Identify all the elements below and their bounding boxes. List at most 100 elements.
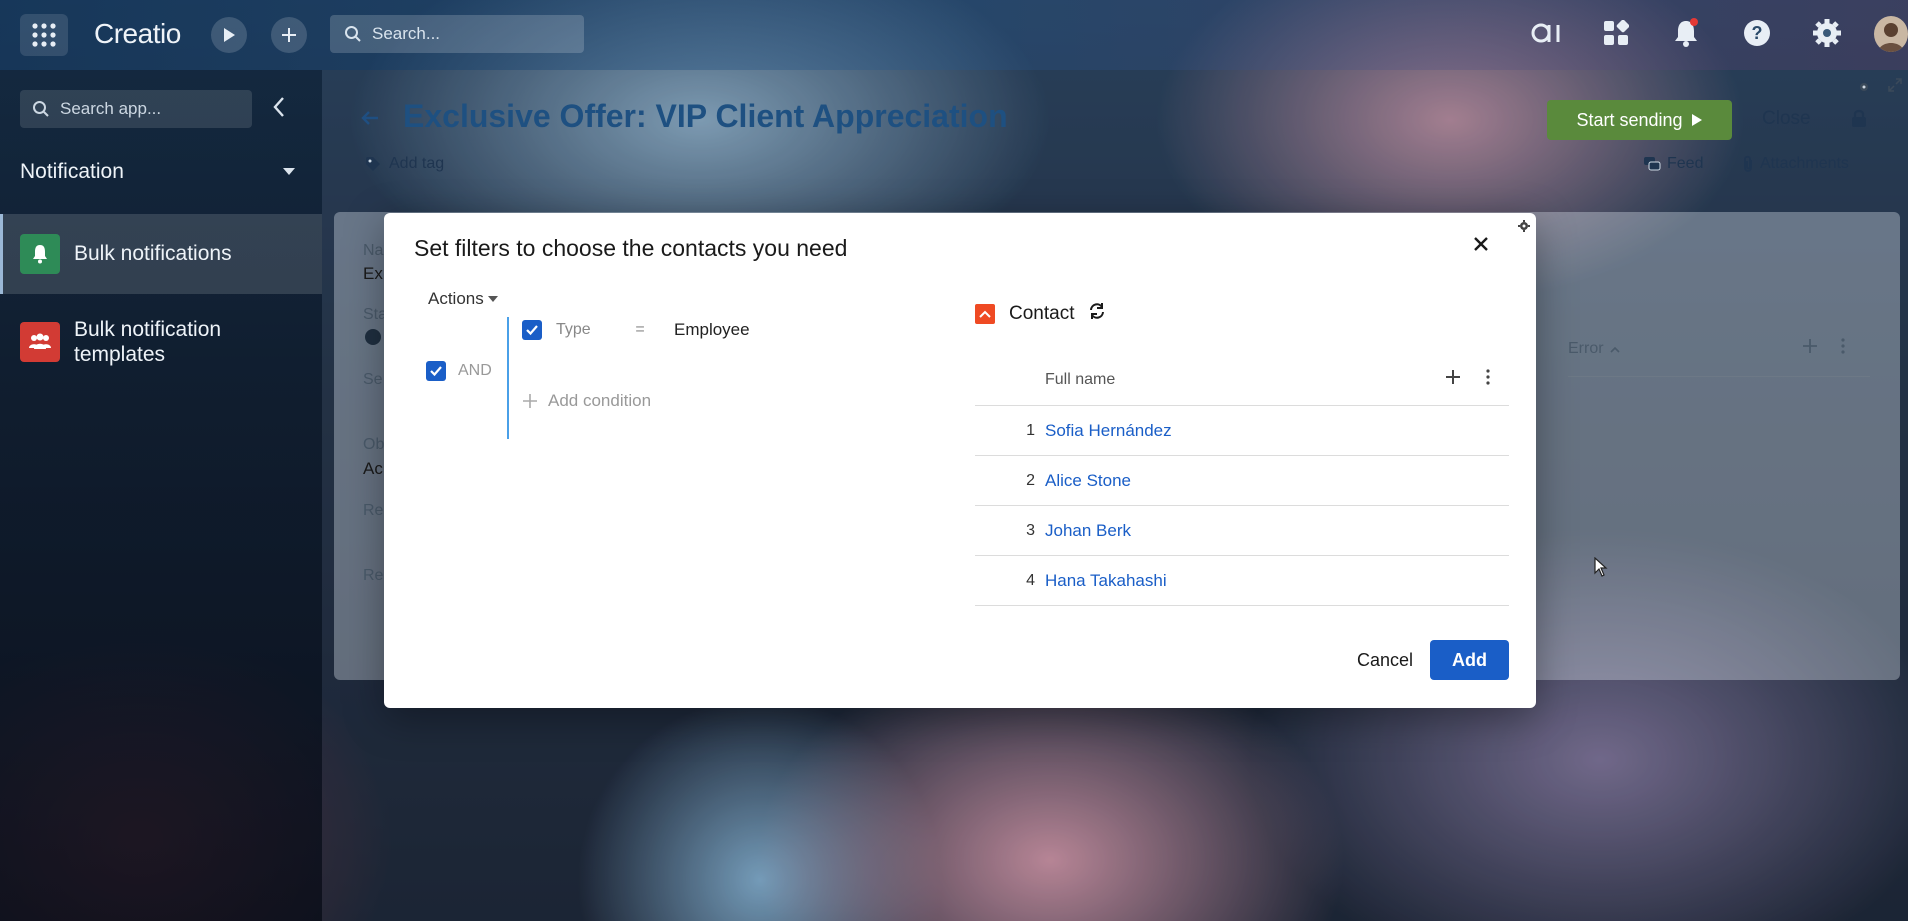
sidebar-section-header[interactable]: Notification [20, 160, 295, 184]
actions-label: Actions [428, 289, 484, 308]
row-number: 2 [1026, 472, 1035, 489]
sidebar-item-bulk-notification-templates[interactable]: Bulk notification templates [0, 302, 322, 382]
kebab-menu-icon[interactable] [1840, 338, 1846, 359]
caret-down-icon [487, 296, 498, 302]
sidebar-section-label: Notification [20, 160, 124, 183]
field-value-fragment: Ex [363, 264, 383, 283]
object-header: Contact [975, 302, 1106, 326]
filter-group-line [507, 317, 509, 439]
actions-dropdown[interactable]: Actions [428, 289, 498, 309]
close-button[interactable]: Close [1762, 108, 1811, 130]
group-checkbox[interactable] [426, 361, 446, 381]
expand-icon[interactable] [1888, 78, 1902, 97]
feed-label: Feed [1667, 155, 1704, 172]
refresh-icon[interactable] [1088, 302, 1106, 326]
grid-header: Full name [975, 354, 1509, 406]
collapse-sidebar-icon[interactable] [272, 96, 286, 123]
field-label-fragment: Ob [363, 436, 385, 453]
svg-text:?: ? [1752, 23, 1763, 43]
add-button[interactable]: Add [1430, 640, 1509, 680]
back-arrow-icon[interactable] [360, 108, 380, 133]
bell-icon[interactable] [1672, 18, 1700, 48]
condition-operator[interactable]: = [620, 321, 660, 339]
cancel-button[interactable]: Cancel [1330, 640, 1440, 680]
add-tag-label: Add tag [389, 155, 445, 172]
bell-icon [20, 234, 60, 274]
app-logo[interactable]: Creatio [94, 18, 181, 50]
object-label: Contact [1009, 303, 1075, 324]
plus-icon [523, 394, 537, 408]
contact-link[interactable]: Hana Takahashi [1045, 571, 1167, 591]
contact-link[interactable]: Sofia Hernández [1045, 421, 1172, 441]
filter-group-and: AND [426, 361, 492, 381]
add-tag-button[interactable]: Add tag [365, 155, 444, 173]
tag-icon [366, 157, 380, 171]
status-dot [365, 329, 381, 345]
field-value-fragment: Ac [363, 459, 383, 478]
add-column-icon[interactable] [1445, 369, 1461, 390]
contact-link[interactable]: Johan Berk [1045, 521, 1131, 541]
search-placeholder: Search... [372, 24, 441, 43]
start-sending-button[interactable]: Start sending [1547, 100, 1732, 140]
apps-grid-icon[interactable] [20, 14, 68, 56]
chat-icon [1644, 157, 1661, 171]
attachments-tab[interactable]: Attachments [1742, 155, 1849, 173]
sidebar-item-label: Bulk notifications [74, 242, 232, 265]
search-icon [33, 101, 49, 117]
kebab-menu-icon[interactable] [1485, 369, 1491, 390]
row-number: 1 [1026, 422, 1035, 439]
feed-tab[interactable]: Feed [1643, 155, 1703, 173]
sidebar-search-placeholder: Search app... [60, 99, 162, 118]
attachments-label: Attachments [1760, 155, 1849, 172]
error-column-label: Error [1568, 340, 1604, 357]
play-icon[interactable] [211, 17, 247, 53]
paperclip-icon [1744, 155, 1752, 172]
settings-small-icon[interactable] [1858, 80, 1870, 98]
chevron-up-icon [1609, 346, 1620, 353]
group-operator-label[interactable]: AND [458, 362, 492, 380]
sidebar-item-label: Bulk notification templates [74, 318, 222, 366]
table-row[interactable]: 2 Alice Stone [975, 456, 1509, 506]
mouse-cursor-icon [1594, 556, 1608, 582]
field-label-fragment: Se [363, 371, 383, 388]
error-column-header[interactable]: Error [1568, 340, 1620, 358]
start-sending-label: Start sending [1576, 109, 1683, 130]
dialog-settings-icon[interactable] [1518, 219, 1530, 237]
lock-icon[interactable] [1850, 108, 1868, 133]
add-column-icon[interactable] [1802, 338, 1818, 359]
search-icon [345, 26, 361, 42]
gear-icon[interactable] [1812, 18, 1842, 48]
top-bar: Creatio Search... ? [0, 0, 1908, 70]
table-row[interactable]: 1 Sofia Hernández [975, 406, 1509, 456]
condition-column[interactable]: Type [556, 321, 606, 339]
avatar[interactable] [1874, 16, 1908, 52]
widgets-icon[interactable] [1603, 20, 1629, 46]
condition-checkbox[interactable] [522, 320, 542, 340]
collapse-chevron-icon[interactable] [975, 304, 995, 324]
users-icon [20, 322, 60, 362]
page-title: Exclusive Offer: VIP Client Appreciation [403, 98, 1008, 134]
close-icon[interactable] [1472, 235, 1490, 258]
caret-down-icon [283, 168, 295, 175]
left-sidebar: Search app... Notification Bulk notifica… [0, 70, 322, 921]
sidebar-search-input[interactable]: Search app... [20, 90, 252, 128]
global-search-input[interactable]: Search... [330, 15, 584, 53]
filter-dialog: Set filters to choose the contacts you n… [384, 213, 1536, 708]
row-number: 4 [1026, 572, 1035, 589]
field-label-fragment: Re [363, 502, 384, 519]
table-row[interactable]: 4 Hana Takahashi [975, 556, 1509, 606]
field-label-fragment: Na [363, 242, 384, 259]
sidebar-item-bulk-notifications[interactable]: Bulk notifications [0, 214, 322, 294]
divider [1568, 376, 1870, 377]
column-header-full-name[interactable]: Full name [1045, 371, 1115, 389]
row-number: 3 [1026, 522, 1035, 539]
ai-icon[interactable] [1530, 20, 1564, 46]
dialog-title: Set filters to choose the contacts you n… [414, 235, 848, 261]
plus-icon[interactable] [271, 17, 307, 53]
table-row[interactable]: 3 Johan Berk [975, 506, 1509, 556]
contact-link[interactable]: Alice Stone [1045, 471, 1131, 491]
help-icon[interactable]: ? [1742, 18, 1772, 48]
filter-condition-row: Type = Employee [522, 320, 750, 340]
add-condition-button[interactable]: Add condition [522, 391, 651, 411]
condition-value[interactable]: Employee [674, 320, 750, 340]
